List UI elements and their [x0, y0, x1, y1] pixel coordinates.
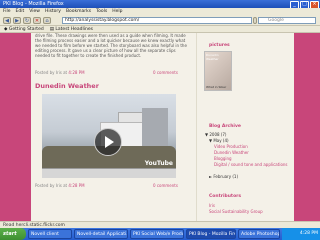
url-field[interactable]: http://analyssistay.blogspot.com/	[62, 17, 252, 24]
bookmarks-toolbar: ◆ Getting Started ▤ Latest Headlines	[0, 26, 320, 33]
main-column: drive file. These drawings were then use…	[31, 33, 196, 221]
bookmark-getting-started[interactable]: ◆ Getting Started	[4, 26, 44, 32]
menu-edit[interactable]: Edit	[16, 8, 25, 15]
post-footer: Posted by Iris at 4:28 PM 0 comments	[35, 183, 178, 188]
back-icon[interactable]: ◀	[3, 17, 11, 24]
home-icon[interactable]: ⌂	[43, 17, 51, 24]
taskbar-item-active[interactable]: PKI Blog - Mozilla Firef...	[186, 229, 236, 239]
navigation-toolbar: ◀ ▶ ↻ ✕ ⌂ http://analyssistay.blogspot.c…	[0, 15, 320, 26]
archive-month-may[interactable]: ▼ May (4)	[209, 138, 229, 144]
page-content: drive file. These drawings were then use…	[0, 33, 320, 221]
previous-post-time-link[interactable]: 4:28 PM	[68, 70, 84, 75]
taskbar-item[interactable]: Novell-detail Applicati...	[74, 229, 128, 239]
forward-icon[interactable]: ▶	[13, 17, 21, 24]
previous-post-footer: Posted by Iris at 4:28 PM 0 comments	[35, 70, 178, 75]
window-titlebar: PKI Blog - Mozilla Firefox _ □ ×	[0, 0, 320, 9]
sidebar: pictures Dunedin Weather What in Siber B…	[196, 33, 294, 221]
previous-post-text: drive file. These drawings were then use…	[35, 33, 187, 58]
bookmark-latest-headlines[interactable]: ▤ Latest Headlines	[50, 26, 93, 32]
search-input[interactable]: Google	[258, 17, 316, 24]
stop-icon[interactable]: ✕	[33, 17, 41, 24]
window-title: PKI Blog - Mozilla Firefox	[3, 1, 64, 7]
post-comments-link[interactable]: 0 comments	[153, 183, 178, 188]
archive-link-blogging[interactable]: Blogging	[214, 156, 232, 162]
archive-link-digital[interactable]: Digital / sound tone and applications	[214, 162, 292, 168]
menu-view[interactable]: View	[29, 8, 40, 15]
contributor-social-sustainability-group[interactable]: Social Sustainability Group	[209, 209, 263, 215]
menu-tools[interactable]: Tools	[96, 8, 107, 15]
go-icon[interactable]	[253, 17, 257, 24]
menu-file[interactable]: File	[3, 8, 11, 15]
menu-bar: File Edit View History Bookmarks Tools H…	[0, 8, 320, 15]
archive-link-video-production[interactable]: Video Production	[214, 144, 248, 150]
taskbar: start Novell client Novell-detail Applic…	[0, 228, 320, 240]
play-icon[interactable]	[94, 128, 122, 156]
video-player[interactable]: YouTube	[42, 94, 176, 178]
archive-heading: Blog Archive	[209, 124, 241, 129]
video-controls[interactable]	[42, 168, 176, 178]
start-button[interactable]: start	[0, 228, 26, 240]
left-border-band	[0, 33, 31, 221]
taskbar-item[interactable]: Novell client	[28, 229, 72, 239]
post-title[interactable]: Dunedin Weather	[35, 82, 191, 90]
pictures-heading: pictures	[209, 43, 230, 48]
contributors-heading: Contributors	[209, 194, 242, 199]
archive-month-february[interactable]: ► February (1)	[209, 174, 238, 180]
post-time-link[interactable]: 4:28 PM	[68, 183, 84, 188]
taskbar-item[interactable]: Adobe Photoshop...	[238, 229, 280, 239]
menu-bookmarks[interactable]: Bookmarks	[66, 8, 91, 15]
system-tray-clock[interactable]: 4:28 PM	[282, 228, 320, 240]
menu-help[interactable]: Help	[112, 8, 122, 15]
contributor-iris[interactable]: Iris	[209, 203, 215, 209]
photo-thumbnail[interactable]: Dunedin Weather What in Siber	[204, 51, 232, 91]
menu-history[interactable]: History	[45, 8, 61, 15]
status-bar: Read hercli.static.flickr.com	[0, 221, 320, 228]
taskbar-item[interactable]: PKI Social Web/e Produc...	[130, 229, 184, 239]
previous-post-comments-link[interactable]: 0 comments	[153, 70, 178, 75]
right-border-band	[294, 33, 320, 221]
archive-year[interactable]: ▼ 2008 (7)	[205, 132, 226, 138]
youtube-logo: YouTube	[144, 160, 173, 167]
reload-icon[interactable]: ↻	[23, 17, 31, 24]
archive-link-dunedin-weather[interactable]: Dunedin Weather	[214, 150, 249, 156]
